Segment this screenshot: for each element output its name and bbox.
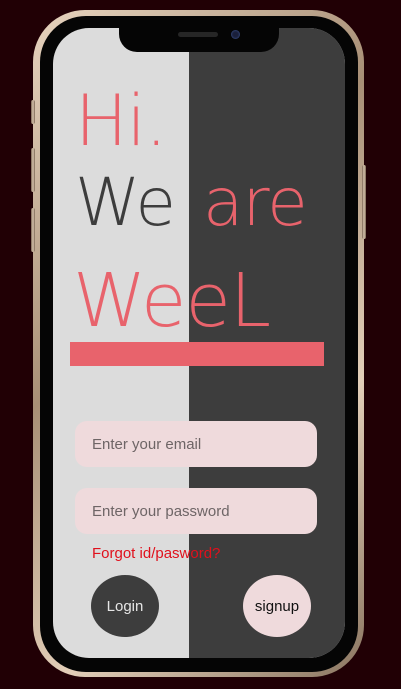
phone-screen: Hi. We are WeeL Forgot id/pasword? Login… — [53, 28, 345, 658]
headline-hi: Hi. — [75, 80, 167, 162]
headline-underline — [70, 342, 324, 366]
volume-up-button — [31, 148, 35, 192]
password-field[interactable] — [75, 488, 317, 534]
email-field[interactable] — [75, 421, 317, 467]
power-button — [362, 165, 366, 239]
volume-down-button — [31, 208, 35, 252]
page-background: Hi. We are WeeL Forgot id/pasword? Login… — [0, 0, 401, 689]
front-camera-icon — [231, 30, 240, 39]
forgot-password-link[interactable]: Forgot id/pasword? — [92, 545, 220, 562]
mute-switch — [31, 100, 35, 124]
login-button[interactable]: Login — [91, 575, 159, 637]
headline-are: are — [203, 164, 308, 241]
headline-brand: WeeL — [73, 258, 271, 344]
headline-we: We — [75, 164, 176, 241]
earpiece-speaker-icon — [178, 32, 218, 37]
notch — [119, 28, 279, 52]
signup-button[interactable]: signup — [243, 575, 311, 637]
